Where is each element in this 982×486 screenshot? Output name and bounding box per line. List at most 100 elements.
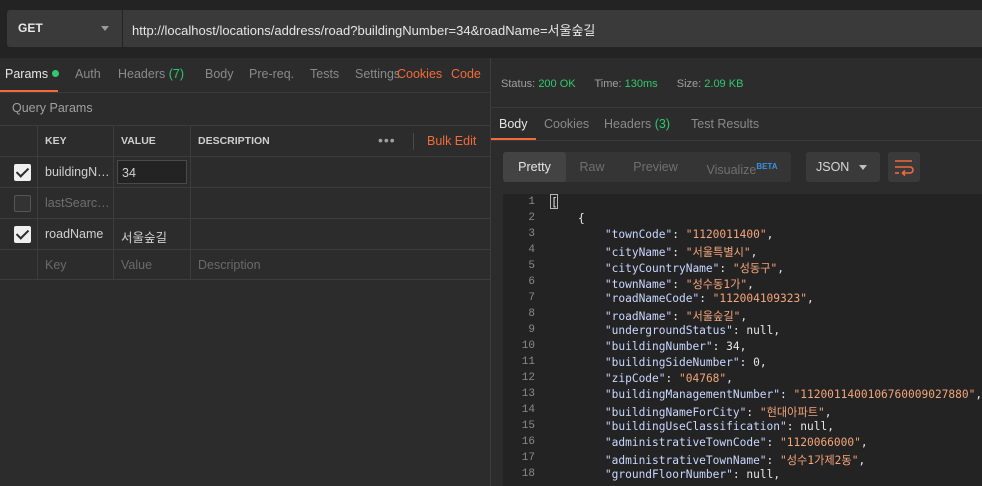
- new-value-field[interactable]: Value: [113, 250, 190, 280]
- json-value: null: [746, 468, 774, 481]
- json-value: null: [746, 324, 774, 337]
- response-body-editor[interactable]: 1[2 {3 "townCode": "1120011400", 4 "cityN…: [503, 194, 982, 486]
- json-value: null: [800, 420, 828, 433]
- row-value-cell[interactable]: 34: [113, 157, 190, 187]
- request-pane: Params Auth Headers (7) Body Pre-req. Te…: [0, 58, 490, 486]
- param-key: roadName: [45, 227, 104, 241]
- format-select[interactable]: JSON: [806, 152, 880, 182]
- code-line: 7 "roadNameCode": "112004109323",: [503, 291, 982, 307]
- json-key: "administrativeTownCode": [604, 436, 767, 449]
- tab-prereq[interactable]: Pre-req.: [249, 67, 294, 81]
- tab-tests[interactable]: Tests: [310, 67, 339, 81]
- tab-headers-label: Headers: [118, 67, 166, 81]
- view-pretty-button[interactable]: Pretty: [503, 152, 566, 182]
- line-number: 13: [521, 388, 535, 400]
- response-status: Status: 200 OK Time: 130ms Size: 2.09 KB: [501, 78, 759, 90]
- line-number: 2: [528, 212, 535, 224]
- param-checkbox[interactable]: [14, 164, 31, 181]
- code-text: "administrativeTownName": "성수1가제2동",: [604, 454, 866, 467]
- json-value: "1120011400106760009027880": [793, 388, 976, 401]
- json-key: "roadName": [604, 310, 673, 323]
- divider: [491, 140, 982, 141]
- format-label: JSON: [816, 160, 850, 174]
- visualize-label: Visualize: [706, 163, 757, 178]
- tab-response-headers[interactable]: Headers (3): [604, 117, 670, 131]
- json-key: "buildingManagementNumber": [604, 388, 781, 401]
- cookies-link[interactable]: Cookies: [397, 67, 442, 81]
- divider: [0, 92, 490, 93]
- param-value-field[interactable]: [113, 188, 190, 218]
- chevron-down-icon: [859, 165, 867, 170]
- code-text: {: [551, 212, 585, 225]
- url-input[interactable]: http://localhost/locations/address/road?…: [123, 10, 982, 47]
- code-link[interactable]: Code: [451, 67, 481, 81]
- tab-body[interactable]: Body: [205, 67, 234, 81]
- new-description-field[interactable]: Description: [190, 250, 490, 280]
- table-row-new: Key Value Description: [0, 249, 490, 280]
- column-description: DESCRIPTION: [198, 135, 270, 147]
- row-value-cell[interactable]: 서울숲길: [113, 219, 190, 249]
- divider: [491, 107, 982, 108]
- column-value: VALUE: [121, 135, 156, 147]
- json-value: "성수1가제2동": [780, 454, 859, 467]
- param-description-field[interactable]: [190, 188, 490, 218]
- more-options-icon[interactable]: •••: [378, 132, 396, 148]
- table-row: roadName 서울숲길: [0, 218, 490, 249]
- json-value: "112004109323": [712, 292, 807, 305]
- param-value-input[interactable]: 34: [117, 160, 187, 184]
- line-number: 12: [521, 372, 535, 384]
- line-number: 15: [521, 420, 535, 432]
- view-visualize-button[interactable]: VisualizeBETA: [693, 152, 791, 182]
- json-key: "buildingSideNumber": [604, 356, 740, 369]
- table-row: lastSearchedAddress: [0, 187, 490, 218]
- bracket-match-highlight: [550, 194, 558, 209]
- header-description-cell: DESCRIPTION ••• Bulk Edit: [190, 126, 490, 156]
- view-raw-button[interactable]: Raw: [566, 152, 618, 182]
- tab-params-label: Params: [5, 67, 49, 81]
- view-preview-button[interactable]: Preview: [618, 152, 693, 182]
- json-key: "zipCode": [604, 372, 666, 385]
- code-line: 5 "cityCountryName": "성동구",: [503, 259, 982, 275]
- table-row: buildingNumber 34: [0, 156, 490, 187]
- divider: [413, 133, 414, 150]
- code-line: 4 "cityName": "서울특별시",: [503, 243, 982, 259]
- code-line: 15 "buildingUseClassification": null,: [503, 419, 982, 435]
- row-key-cell[interactable]: lastSearchedAddress: [37, 188, 113, 218]
- line-number: 17: [521, 452, 535, 464]
- wrap-lines-button[interactable]: [888, 152, 920, 182]
- tab-response-headers-count: (3): [654, 117, 671, 131]
- line-number: 5: [528, 260, 535, 272]
- tab-settings[interactable]: Settings: [355, 67, 399, 81]
- code-text: "administrativeTownCode": "1120066000",: [604, 436, 868, 449]
- key-placeholder: Key: [45, 258, 67, 272]
- row-key-cell[interactable]: roadName: [37, 219, 113, 249]
- size-label: Size:: [676, 78, 702, 90]
- query-params-title: Query Params: [12, 101, 93, 115]
- line-number: 16: [521, 436, 535, 448]
- new-key-field[interactable]: Key: [37, 250, 113, 280]
- bulk-edit-button[interactable]: Bulk Edit: [427, 134, 476, 148]
- row-key-cell[interactable]: buildingNumber: [37, 157, 113, 187]
- tab-response-cookies[interactable]: Cookies: [544, 117, 589, 131]
- tab-params[interactable]: Params: [5, 67, 60, 81]
- param-checkbox[interactable]: [14, 226, 31, 243]
- tab-auth[interactable]: Auth: [75, 67, 101, 81]
- code-line: 10 "buildingNumber": 34,: [503, 339, 982, 355]
- tab-response-body[interactable]: Body: [499, 117, 528, 131]
- tab-headers[interactable]: Headers (7): [118, 67, 184, 81]
- tab-test-results[interactable]: Test Results: [691, 117, 759, 131]
- row-check-cell: [0, 157, 37, 187]
- code-text: "buildingManagementNumber": "11200114001…: [604, 388, 982, 401]
- code-line: 9 "undergroundStatus": null,: [503, 323, 982, 339]
- line-number: 9: [528, 324, 535, 336]
- line-number: 18: [521, 468, 535, 480]
- method-select[interactable]: GET: [7, 10, 122, 47]
- param-checkbox[interactable]: [14, 195, 31, 212]
- response-pane: Status: 200 OK Time: 130ms Size: 2.09 KB…: [490, 58, 982, 486]
- code-text: "cityName": "서울특별시",: [604, 246, 758, 259]
- param-description-field[interactable]: [190, 219, 490, 249]
- line-number: 4: [528, 244, 535, 256]
- code-text: "groundFloorNumber": null,: [604, 468, 781, 481]
- tab-response-headers-label: Headers: [604, 117, 652, 131]
- param-description-field[interactable]: [190, 157, 490, 187]
